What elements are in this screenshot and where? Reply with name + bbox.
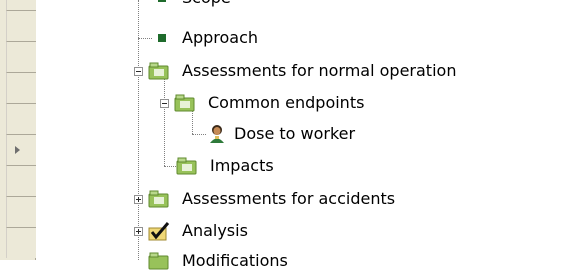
expand-toggle[interactable] xyxy=(134,227,143,236)
tree-node-assessments-normal[interactable]: Assessments for normal operation xyxy=(146,61,456,81)
tree-node-label: Assessments for accidents xyxy=(182,189,396,208)
tree-node-assessments-accidents[interactable]: Assessments for accidents xyxy=(146,189,395,209)
row-header[interactable] xyxy=(6,72,36,103)
row-header[interactable] xyxy=(6,41,36,72)
tree-node-common-endpoints[interactable]: Common endpoints xyxy=(172,93,364,113)
folder-icon xyxy=(148,190,169,208)
folder-icon xyxy=(148,62,169,80)
folder-icon xyxy=(148,252,169,270)
tree-line xyxy=(192,134,206,135)
expand-toggle[interactable] xyxy=(134,195,143,204)
green-square-icon xyxy=(158,34,166,42)
checked-folder-icon xyxy=(148,222,170,241)
tree-view: Scope Approach Assessments for normal op… xyxy=(36,0,567,270)
row-header[interactable] xyxy=(6,0,36,10)
tree-node-scope[interactable]: Scope xyxy=(154,0,231,8)
folder-icon xyxy=(176,157,197,175)
tree-node-label: Modifications xyxy=(182,251,288,270)
tree-node-analysis[interactable]: Analysis xyxy=(146,221,248,241)
collapse-toggle[interactable] xyxy=(160,99,169,108)
row-header[interactable] xyxy=(6,227,36,258)
current-row-arrow-icon xyxy=(15,146,20,154)
row-header[interactable] xyxy=(6,165,36,196)
tree-node-label: Scope xyxy=(182,0,231,8)
row-header-current[interactable] xyxy=(6,134,36,165)
person-icon xyxy=(210,125,224,143)
green-square-icon xyxy=(158,0,166,2)
tree-node-label: Impacts xyxy=(210,156,274,175)
tree-line xyxy=(164,78,165,166)
row-header[interactable] xyxy=(6,10,36,41)
tree-line xyxy=(138,38,152,39)
collapse-toggle[interactable] xyxy=(134,67,143,76)
row-header[interactable] xyxy=(6,103,36,134)
tree-node-modifications[interactable]: Modifications xyxy=(146,251,288,271)
tree-node-label: Assessments for normal operation xyxy=(182,61,457,80)
tree-node-label: Approach xyxy=(182,28,259,47)
tree-node-label: Common endpoints xyxy=(208,93,365,112)
tree-line xyxy=(164,166,176,167)
tree-line xyxy=(138,0,139,260)
tree-node-dose-to-worker[interactable]: Dose to worker xyxy=(208,124,355,144)
tree-node-approach[interactable]: Approach xyxy=(154,28,258,48)
tree-node-impacts[interactable]: Impacts xyxy=(176,156,274,176)
row-header[interactable] xyxy=(6,196,36,227)
tree-node-label: Dose to worker xyxy=(234,124,356,143)
row-header-gutter xyxy=(0,0,36,260)
folder-icon xyxy=(174,94,195,112)
tree-line xyxy=(192,110,193,134)
tree-node-label: Analysis xyxy=(182,221,248,240)
